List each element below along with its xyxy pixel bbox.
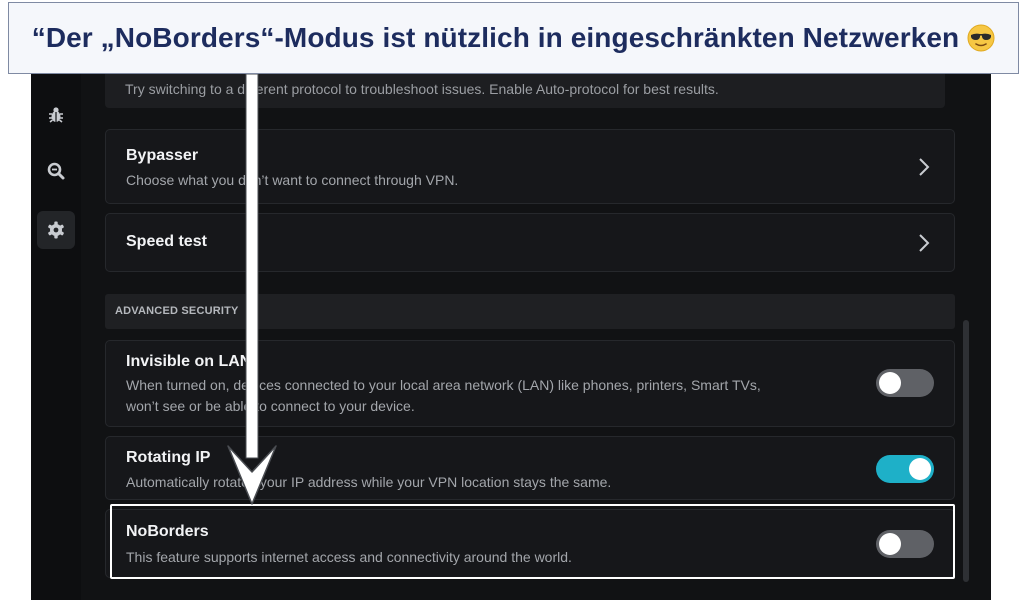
- toggle-knob: [879, 372, 901, 394]
- bug-icon: [49, 107, 63, 123]
- sidebar-item-troubleshoot[interactable]: [37, 96, 75, 134]
- noborders-highlight-box: [110, 504, 955, 579]
- search-icon: [47, 162, 65, 180]
- invisible-on-lan-toggle[interactable]: [876, 369, 934, 397]
- sunglasses-face-emoji: [967, 24, 995, 52]
- bypasser-description: Choose what you don’t want to connect th…: [126, 172, 459, 188]
- invisible-on-lan-description-line1: When turned on, devices connected to you…: [126, 377, 761, 393]
- scrollbar[interactable]: [963, 320, 969, 582]
- sidebar-item-search[interactable]: [37, 152, 75, 190]
- protocol-tip-text: Try switching to a different protocol to…: [125, 81, 719, 97]
- chevron-right-icon: [919, 234, 930, 252]
- headline-banner: “Der „NoBorders“-Modus ist nützlich in e…: [8, 2, 1019, 74]
- speed-test-title: Speed test: [126, 233, 207, 250]
- rotating-ip-description: Automatically rotates your IP address wh…: [126, 474, 612, 490]
- rotating-ip-toggle[interactable]: [876, 455, 934, 483]
- toggle-knob: [909, 458, 931, 480]
- bypasser-title: Bypasser: [126, 147, 199, 164]
- headline-text: “Der „NoBorders“-Modus ist nützlich in e…: [31, 22, 960, 53]
- rotating-ip-title: Rotating IP: [126, 449, 211, 466]
- chevron-right-icon: [919, 158, 930, 176]
- sidebar-item-settings[interactable]: [37, 211, 75, 249]
- gear-icon: [48, 221, 64, 239]
- sidebar-rail: [31, 52, 81, 600]
- pointer-arrow: [227, 74, 277, 505]
